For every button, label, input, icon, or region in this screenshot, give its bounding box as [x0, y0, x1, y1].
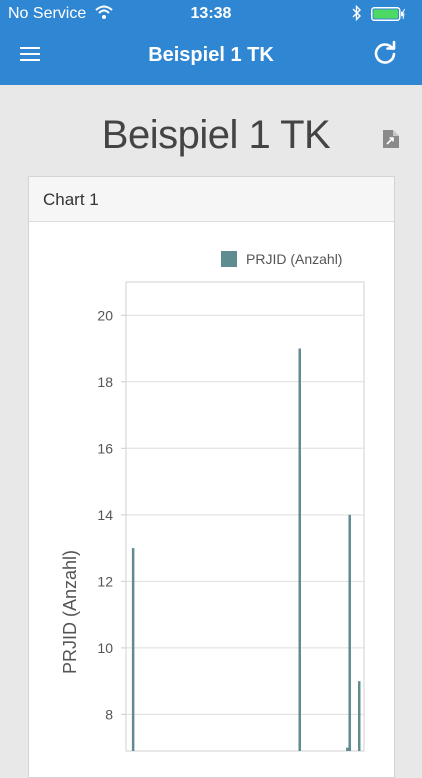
status-bar: No Service 13:38: [0, 0, 422, 28]
battery-icon: [371, 7, 405, 21]
y-tick-label: 14: [97, 507, 113, 523]
app-header: No Service 13:38 Beispiel 1 TK: [0, 0, 422, 85]
bar-chart: 8 10 12 14 16 18 20 PRJID (Anzahl): [60, 281, 365, 752]
plot-area: [125, 281, 365, 752]
refresh-icon[interactable]: [372, 40, 398, 66]
legend-swatch: [221, 251, 237, 267]
y-tick-label: 20: [97, 307, 113, 323]
y-tick-label: 18: [97, 374, 113, 390]
page-title: Beispiel 1 TK: [101, 113, 331, 157]
y-tick-label: 12: [97, 573, 113, 589]
nav-title: Beispiel 1 TK: [148, 44, 274, 66]
bar: [131, 548, 135, 751]
y-tick-label: 8: [105, 706, 113, 722]
chart-card: Chart 1 8 10 12 14 16 18 20 PRJID (Anzahl) PRJI…: [28, 176, 395, 778]
y-tick-label: 16: [97, 440, 113, 456]
y-axis-label: PRJID (Anzahl): [60, 550, 80, 674]
bluetooth-icon: [352, 5, 361, 21]
bar: [346, 747, 349, 751]
bar: [348, 514, 351, 751]
navigation-bar: Beispiel 1 TK: [0, 28, 422, 85]
y-tick-label: 10: [97, 640, 113, 656]
export-icon[interactable]: [380, 127, 402, 151]
bar: [298, 348, 301, 751]
bar: [357, 681, 361, 751]
legend-label: PRJID (Anzahl): [246, 251, 343, 267]
